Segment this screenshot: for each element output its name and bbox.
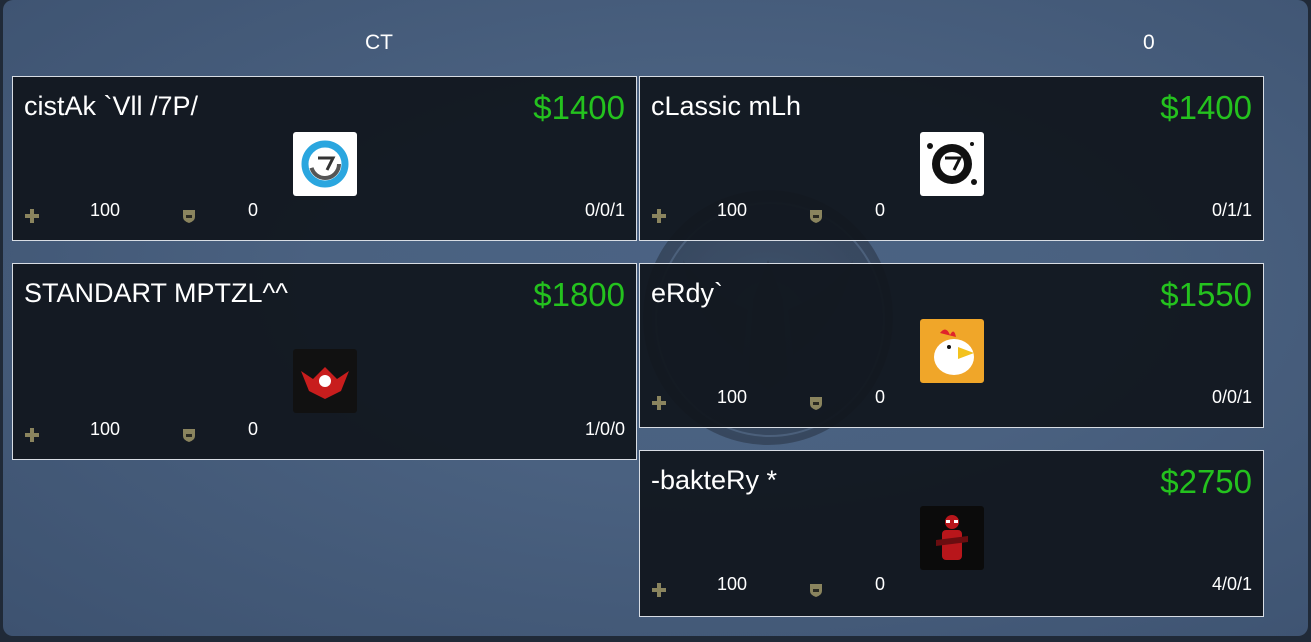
armor-icon	[183, 210, 195, 223]
player-name: -bakteRy *	[651, 465, 778, 495]
team-score: 0	[1143, 31, 1155, 54]
avatar	[293, 132, 357, 196]
player-kda: 0/0/1	[584, 200, 625, 220]
avatar	[293, 349, 357, 413]
player-armor: 0	[875, 200, 886, 220]
player-health: 100	[717, 387, 748, 407]
splatter-logo-icon	[927, 142, 977, 185]
player-name: STANDART MPTZL^^	[24, 278, 288, 308]
player-card[interactable]: eRdy` $1550 100 0 0/0/1	[639, 263, 1264, 428]
player-armor: 0	[875, 387, 886, 407]
player-name: eRdy`	[651, 278, 724, 308]
player-health: 100	[90, 419, 121, 439]
health-icon	[25, 209, 39, 223]
deadpool-icon	[936, 515, 968, 560]
player-money: $1550	[1160, 276, 1252, 313]
ring-logo-icon	[301, 140, 349, 188]
avatar	[920, 319, 984, 383]
avatar	[920, 506, 984, 570]
player-kda: 4/0/1	[1211, 574, 1252, 594]
player-armor: 0	[248, 200, 259, 220]
health-icon	[652, 209, 666, 223]
player-card[interactable]: cLassic mLh $1400 100 0 0/1/1	[639, 76, 1264, 241]
red-eagle-icon	[301, 367, 349, 399]
armor-icon	[183, 429, 195, 442]
player-card[interactable]: cistAk `Vll /7P/ $1400 100 0 0/0/1	[12, 76, 637, 241]
player-card[interactable]: -bakteRy * $2750 100 0 4/0/1	[639, 450, 1264, 617]
player-card[interactable]: STANDART MPTZL^^ $1800 100 0 1/0/0	[12, 263, 637, 460]
health-icon	[652, 396, 666, 410]
player-armor: 0	[248, 419, 259, 439]
player-armor: 0	[875, 574, 886, 594]
player-kda: 0/1/1	[1211, 200, 1252, 220]
player-money: $1400	[1160, 89, 1252, 126]
player-kda: 0/0/1	[1211, 387, 1252, 407]
player-kda: 1/0/0	[584, 419, 625, 439]
armor-icon	[810, 397, 822, 410]
player-money: $1400	[533, 89, 625, 126]
player-health: 100	[717, 200, 748, 220]
armor-icon	[810, 584, 822, 597]
player-health: 100	[90, 200, 121, 220]
avatar	[920, 132, 984, 196]
player-money: $1800	[533, 276, 625, 313]
team-label: CT	[365, 31, 393, 54]
health-icon	[25, 428, 39, 442]
player-name: cistAk `Vll /7P/	[24, 91, 199, 121]
armor-icon	[810, 210, 822, 223]
player-name: cLassic mLh	[651, 91, 802, 121]
player-health: 100	[717, 574, 748, 594]
player-money: $2750	[1160, 463, 1252, 500]
health-icon	[652, 583, 666, 597]
chicken-icon	[934, 329, 974, 375]
